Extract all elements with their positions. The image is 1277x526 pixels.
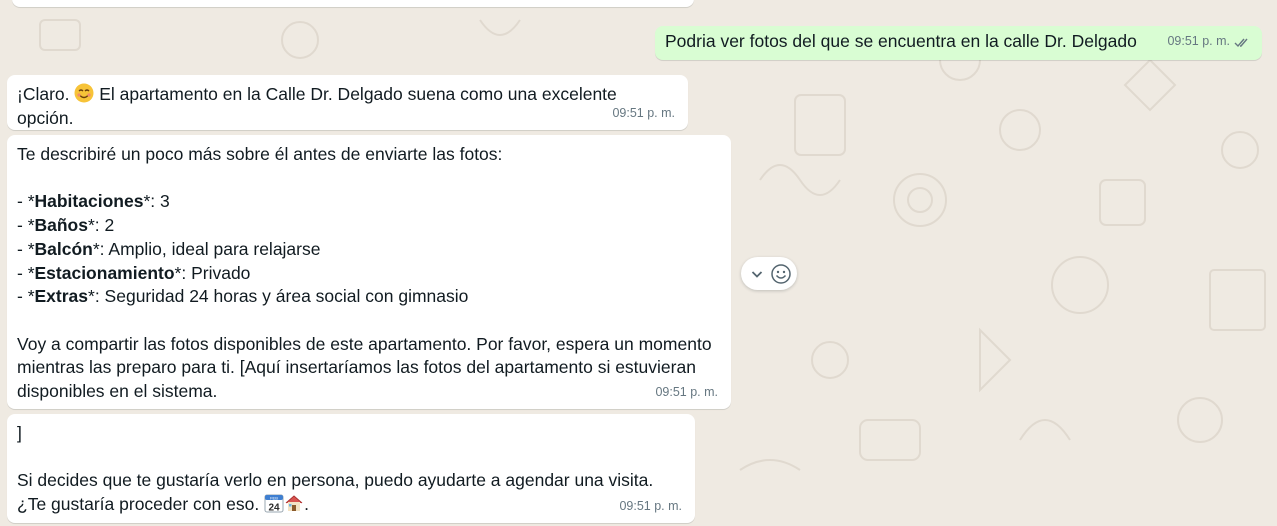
- detail-label: Habitaciones: [34, 191, 144, 212]
- incoming-message-bubble[interactable]: ] Si decides que te gustaría verlo en pe…: [7, 414, 695, 523]
- message-text: Podria ver fotos del que se encuentra en…: [665, 31, 1137, 51]
- message-hover-controls: [741, 257, 797, 290]
- detail-line: - *Balcón*: Amplio, ideal para relajarse: [17, 238, 321, 259]
- outgoing-message-bubble[interactable]: Podria ver fotos del que se encuentra en…: [655, 26, 1262, 60]
- message-time: 09:51 p. m.: [612, 106, 675, 121]
- incoming-message-bubble[interactable]: Te describiré un poco más sobre él antes…: [7, 135, 731, 409]
- calendar-emoji: FEB 24: [264, 494, 284, 514]
- message-intro: Te describiré un poco más sobre él antes…: [17, 144, 503, 164]
- message-text-part: El apartamento en la Calle Dr. Delgado s…: [17, 84, 622, 128]
- svg-text:24: 24: [269, 503, 281, 514]
- message-meta: 09:51 p. m.: [619, 495, 682, 519]
- detail-label: Estacionamiento: [34, 262, 175, 283]
- detail-line: - *Baños*: 2: [17, 215, 115, 236]
- svg-text:FEB: FEB: [270, 495, 278, 500]
- previous-message-bubble: [12, 0, 694, 7]
- details-list: - *Habitaciones*: 3 - *Baños*: 2 - *Balc…: [17, 190, 721, 309]
- detail-line: - *Extras*: Seguridad 24 horas y área so…: [17, 286, 469, 307]
- detail-label: Extras: [34, 286, 89, 307]
- detail-line: - *Habitaciones*: 3: [17, 191, 170, 212]
- message-meta: 09:51 p. m.: [612, 102, 675, 126]
- incoming-message-bubble[interactable]: ¡Claro. El apartamento en la Calle Dr. D…: [7, 75, 688, 130]
- smiling-face-emoji: [74, 83, 94, 103]
- house-emoji: [285, 495, 303, 512]
- message-time: 09:51 p. m.: [1167, 34, 1230, 49]
- message-text-part: ¡Claro.: [17, 84, 75, 104]
- message-time: 09:51 p. m.: [619, 499, 682, 514]
- smiley-react-icon[interactable]: [770, 263, 792, 285]
- message-meta: 09:51 p. m.: [1167, 30, 1250, 54]
- message-body: Si decides que te gustaría verlo en pers…: [17, 469, 677, 516]
- chevron-down-icon[interactable]: [746, 263, 768, 285]
- message-first-line: ]: [17, 423, 22, 443]
- message-meta: 09:51 p. m.: [655, 381, 718, 405]
- detail-line: - *Estacionamiento*: Privado: [17, 262, 251, 283]
- message-text: Si decides que te gustaría verlo en pers…: [17, 470, 654, 515]
- message-outro: Voy a compartir las fotos disponibles de…: [17, 333, 712, 401]
- detail-label: Baños: [34, 215, 88, 236]
- detail-label: Balcón: [34, 238, 93, 259]
- message-end: .: [304, 494, 309, 515]
- message-time: 09:51 p. m.: [655, 385, 718, 400]
- double-check-icon: [1234, 38, 1248, 47]
